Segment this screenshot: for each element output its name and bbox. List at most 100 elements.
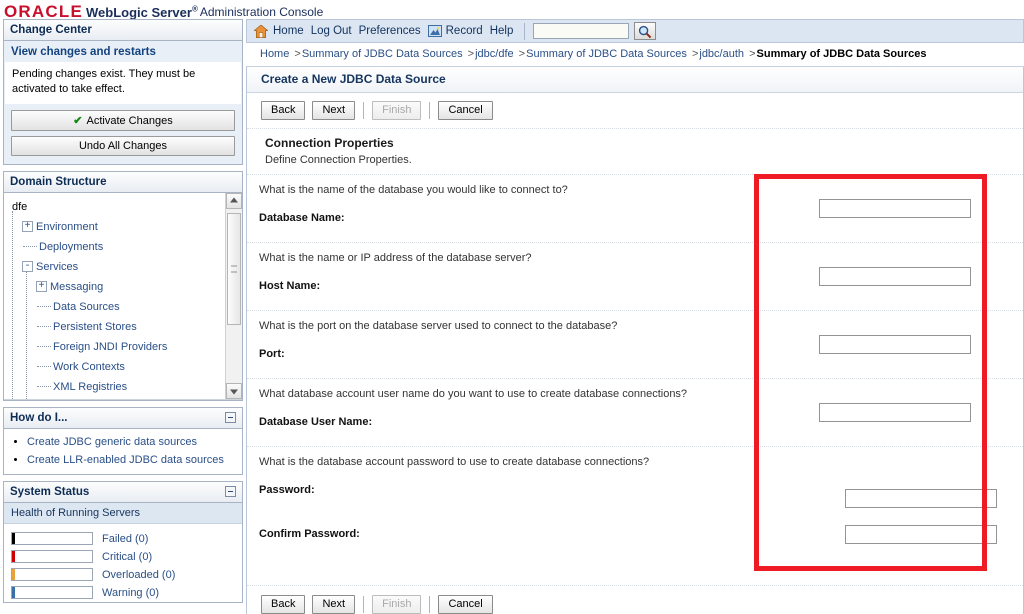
tree-node-environment[interactable]: + Environment xyxy=(10,217,242,237)
scrollbar-thumb[interactable] xyxy=(227,212,241,325)
system-status-collapse-icon[interactable] xyxy=(225,486,236,498)
breadcrumb-current: Summary of JDBC Data Sources xyxy=(756,48,927,60)
tree-node-label[interactable]: Services xyxy=(36,261,78,273)
expand-icon[interactable]: + xyxy=(22,221,33,233)
how-do-i-panel: How do I... Create JDBC generic data sou… xyxy=(3,406,243,475)
breadcrumb-link[interactable]: jdbc/auth xyxy=(699,48,744,60)
home-icon xyxy=(253,23,269,38)
how-do-i-link[interactable]: Create LLR-enabled JDBC data sources xyxy=(27,454,224,466)
form-row-left: What is the name or IP address of the da… xyxy=(247,243,771,310)
tree-node-persistent-stores[interactable]: Persistent Stores xyxy=(10,317,242,337)
back-button-top[interactable]: Back xyxy=(261,101,306,120)
how-do-i-link[interactable]: Create JDBC generic data sources xyxy=(27,436,197,448)
server-health-row: Overloaded (0) xyxy=(11,566,242,584)
tree-node-data-sources[interactable]: Data Sources xyxy=(10,297,242,317)
breadcrumb-link[interactable]: Summary of JDBC Data Sources xyxy=(302,48,463,60)
tree-node-label[interactable]: Work Contexts xyxy=(53,361,125,373)
button-separator xyxy=(363,596,365,613)
toolbar-logout-link[interactable]: Log Out xyxy=(311,25,352,37)
domain-structure-title: Domain Structure xyxy=(10,175,107,188)
server-health-row: Critical (0) xyxy=(11,548,242,566)
tree-node-xml-registries[interactable]: XML Registries xyxy=(10,377,242,397)
domain-tree[interactable]: dfe + Environment Deployments - Services + Mess… xyxy=(4,193,242,399)
list-item: Create LLR-enabled JDBC data sources xyxy=(27,454,236,466)
scroll-down-arrow-icon[interactable] xyxy=(226,382,242,399)
tree-node-messaging[interactable]: + Messaging xyxy=(10,277,242,297)
scroll-up-arrow-icon[interactable] xyxy=(226,192,242,209)
cancel-button-top[interactable]: Cancel xyxy=(438,101,493,120)
breadcrumb-link[interactable]: Home xyxy=(260,48,289,60)
activate-changes-button[interactable]: ✔ Activate Changes xyxy=(11,109,235,131)
tree-node-work-contexts[interactable]: Work Contexts xyxy=(10,357,242,377)
tree-node-xml-entity-caches[interactable]: XML Entity Caches xyxy=(10,397,242,399)
toolbar-help-link[interactable]: Help xyxy=(490,25,514,37)
toolbar-preferences-link[interactable]: Preferences xyxy=(359,25,421,37)
next-button-top[interactable]: Next xyxy=(312,101,356,120)
health-status-label[interactable]: Overloaded (0) xyxy=(102,569,175,581)
breadcrumb-separator: > xyxy=(688,48,699,60)
brand-header: ORACLE WebLogic Server® Administration Con… xyxy=(0,0,1024,21)
tree-node-label[interactable]: Messaging xyxy=(50,281,103,293)
health-status-label[interactable]: Warning (0) xyxy=(102,587,159,599)
password-row-right xyxy=(771,447,1023,585)
health-status-label[interactable]: Critical (0) xyxy=(102,551,152,563)
tree-node-label[interactable]: Data Sources xyxy=(53,301,120,313)
section-subtext: Define Connection Properties. xyxy=(247,152,1023,175)
how-do-i-collapse-icon[interactable] xyxy=(225,412,236,424)
how-do-i-body: Create JDBC generic data sources Create L… xyxy=(4,429,242,474)
database-user-name-input[interactable] xyxy=(819,403,971,422)
tree-node-label[interactable]: XML Registries xyxy=(53,381,127,393)
password-input[interactable] xyxy=(845,488,997,508)
port-input[interactable] xyxy=(819,335,971,354)
form-row-right xyxy=(771,379,1023,446)
record-icon xyxy=(427,25,442,37)
search-button[interactable] xyxy=(634,22,657,40)
back-button-bottom[interactable]: Back xyxy=(261,595,306,614)
change-center-body: View changes and restarts Pending change… xyxy=(4,41,242,164)
section-heading: Connection Properties xyxy=(265,136,394,150)
list-item: Create JDBC generic data sources xyxy=(27,436,236,448)
tree-node-label[interactable]: Foreign JNDI Providers xyxy=(53,341,167,353)
bottom-button-bar: Back Next Finish Cancel xyxy=(247,585,1023,614)
tree-node-label[interactable]: Persistent Stores xyxy=(53,321,137,333)
breadcrumb-separator: > xyxy=(291,48,301,60)
view-changes-and-restarts-link[interactable]: View changes and restarts xyxy=(4,41,242,62)
breadcrumb-separator: > xyxy=(746,48,756,60)
main-content-column: Home Log Out Preferences Record Help Hom… xyxy=(246,19,1024,614)
collapse-icon[interactable]: - xyxy=(22,261,33,273)
content-panel: Create a New JDBC Data Source Back Next … xyxy=(246,67,1024,614)
how-do-i-title: How do I... xyxy=(10,411,68,424)
finish-button-top: Finish xyxy=(372,101,422,120)
domain-tree-scrollbar[interactable] xyxy=(225,192,242,399)
field-question: What is the name of the database you wou… xyxy=(259,184,568,196)
database-name-input[interactable] xyxy=(819,199,971,218)
tree-node-label[interactable]: Deployments xyxy=(39,241,103,253)
health-status-label[interactable]: Failed (0) xyxy=(102,533,148,545)
tree-node-label[interactable]: Environment xyxy=(36,221,98,233)
form-row-left: What is the name of the database you wou… xyxy=(247,175,771,242)
confirm-password-input[interactable] xyxy=(845,524,997,544)
breadcrumb-link[interactable]: Summary of JDBC Data Sources xyxy=(526,48,687,60)
undo-all-changes-button[interactable]: Undo All Changes xyxy=(11,135,235,156)
tree-node-services[interactable]: - Services xyxy=(10,257,242,277)
form-row-right xyxy=(771,175,1023,242)
search-input[interactable] xyxy=(533,23,630,39)
breadcrumb-link[interactable]: jdbc/dfe xyxy=(475,48,514,60)
next-button-bottom[interactable]: Next xyxy=(312,595,356,614)
field-question: What is the name or IP address of the da… xyxy=(259,252,532,264)
health-bar xyxy=(11,586,93,600)
tree-node-foreign-jndi-providers[interactable]: Foreign JNDI Providers xyxy=(10,337,242,357)
field-question: What is the port on the database server … xyxy=(259,320,618,332)
health-bar xyxy=(11,532,93,546)
cancel-button-bottom[interactable]: Cancel xyxy=(438,595,493,614)
tree-branch-icon xyxy=(37,366,51,368)
host-name-input[interactable] xyxy=(819,267,971,286)
tree-node-deployments[interactable]: Deployments xyxy=(10,237,242,257)
toolbar-home-link[interactable]: Home xyxy=(273,25,304,37)
toolbar-record-link[interactable]: Record xyxy=(446,25,483,37)
connection-properties-form: What is the name of the database you wou… xyxy=(247,175,1023,585)
activate-changes-label: Activate Changes xyxy=(86,114,173,127)
system-status-title: System Status xyxy=(10,485,90,498)
field-label: Host Name: xyxy=(259,280,321,292)
expand-icon[interactable]: + xyxy=(36,281,47,293)
